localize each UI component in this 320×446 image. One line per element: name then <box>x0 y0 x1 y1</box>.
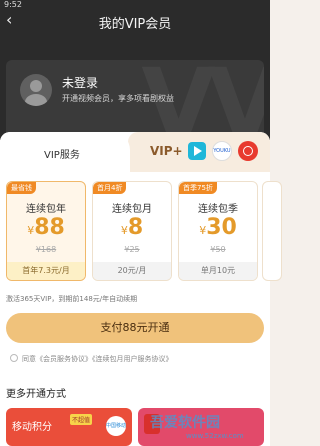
plan-note: 20元/月 <box>93 262 171 280</box>
plan-name: 连续包月 <box>112 204 152 215</box>
play-brand-icon <box>188 142 206 160</box>
user-card[interactable]: VV 未登录 开通视频会员，享多项看剧权益 <box>6 60 264 138</box>
plan-price: ¥8 <box>120 215 144 240</box>
pay-method-badge: 不超值 <box>70 414 93 425</box>
watermark-url: www.52zxw.com <box>186 432 244 440</box>
plan-original-price: ¥168 <box>35 245 57 254</box>
tab-vip-label: VIP服务 <box>44 150 80 161</box>
tab-vipplus-label: VIP+ <box>150 144 183 158</box>
watermark-text: 吾爱软件园 <box>150 415 220 431</box>
plan-tag: 首季75折 <box>179 182 217 194</box>
renew-text: 激活365天VIP，到期前148元/年自动续期 <box>6 295 138 303</box>
plan-name: 连续包季 <box>198 204 238 215</box>
plan-note: 单月10元 <box>179 262 257 280</box>
tab-vip[interactable]: VIP服务 <box>0 132 130 172</box>
plan-original-price: ¥50 <box>210 245 226 254</box>
pay-button[interactable]: 支付88元开通 <box>6 313 264 343</box>
plan-quarterly[interactable]: 首季75折 连续包季 ¥30 ¥50 单月10元 <box>178 181 258 281</box>
plan-yearly[interactable]: 最省钱 连续包年 ¥88 ¥168 首年7.3元/月 <box>6 181 86 281</box>
agree-radio[interactable] <box>10 354 18 362</box>
plan-tag: 最省钱 <box>7 182 36 194</box>
china-mobile-icon: 中国移动 <box>106 416 126 436</box>
avatar-body-icon <box>25 94 47 106</box>
page-title: 我的VIP会员 <box>98 17 172 32</box>
more-methods-title: 更多开通方式 <box>6 389 66 400</box>
plan-original-price: ¥25 <box>124 245 140 254</box>
youku-brand-icon: YOUKU <box>212 141 232 161</box>
navbar: ‹ 我的VIP会员 <box>0 8 270 36</box>
agreement-text[interactable]: 同意《会员服务协议》《连续包月用户服务协议》 <box>22 354 173 364</box>
plan-more-partial[interactable] <box>262 181 282 281</box>
avatar[interactable] <box>20 74 52 106</box>
plan-tag: 首月4折 <box>93 182 127 194</box>
music-brand-icon <box>238 141 258 161</box>
plan-name: 连续包年 <box>26 204 66 215</box>
pay-method-mobile-points[interactable]: 移动积分 不超值 中国移动 <box>6 408 132 446</box>
plan-note: 首年7.3元/月 <box>7 262 85 280</box>
tab-vipplus[interactable]: VIP+ YOUKU <box>128 132 270 172</box>
plan-monthly[interactable]: 首月4折 连续包月 ¥8 ¥25 20元/月 <box>92 181 172 281</box>
user-desc: 开通视频会员，享多项看剧权益 <box>62 94 174 103</box>
pay-method-title: 移动积分 <box>12 422 52 433</box>
plan-price: ¥88 <box>27 215 65 240</box>
user-name[interactable]: 未登录 <box>62 74 98 91</box>
plan-price: ¥30 <box>199 215 237 240</box>
avatar-head-icon <box>30 80 42 92</box>
